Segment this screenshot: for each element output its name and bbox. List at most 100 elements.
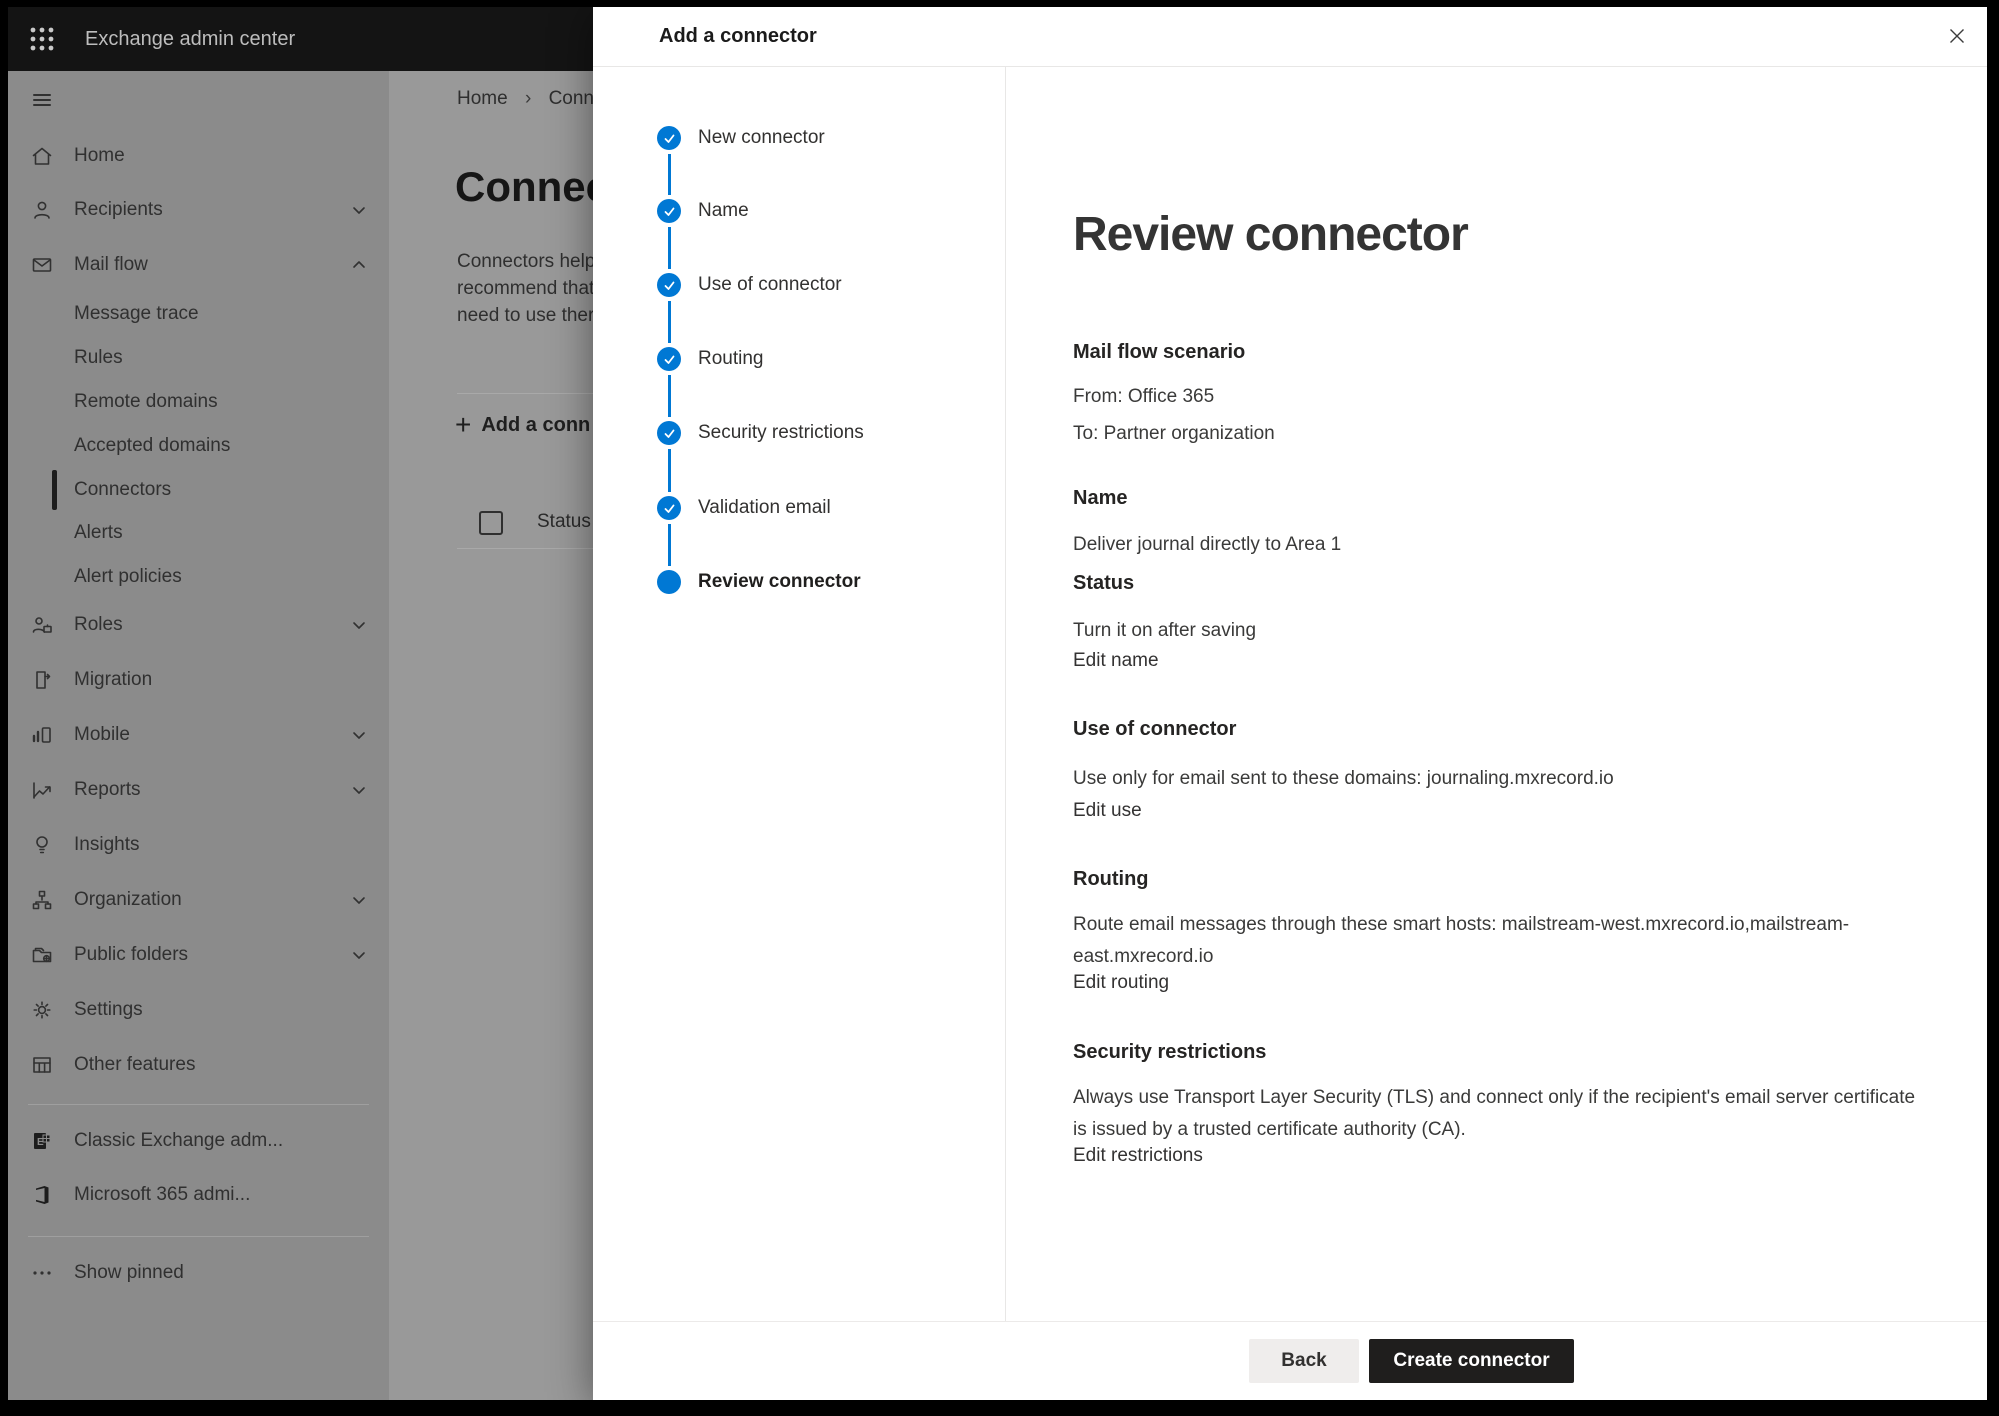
sidebar-item-label: Rules bbox=[74, 336, 123, 380]
sidebar-item-rules[interactable]: Rules bbox=[8, 336, 389, 380]
chevron-down-icon bbox=[350, 616, 368, 634]
add-connector-button[interactable]: + Add a conn bbox=[455, 409, 590, 441]
sidebar-divider bbox=[28, 1104, 369, 1105]
security-restrictions-value: Always use Transport Layer Security (TLS… bbox=[1073, 1082, 1925, 1146]
step-complete-icon bbox=[657, 273, 681, 297]
nav-collapse-button[interactable] bbox=[8, 78, 389, 122]
plus-icon: + bbox=[455, 410, 471, 440]
step-connector-line bbox=[668, 524, 671, 566]
step-connector-line bbox=[668, 375, 671, 417]
sidebar-item-label: Roles bbox=[74, 603, 123, 647]
grid-table-icon bbox=[30, 1053, 54, 1077]
sidebar-item-recipients[interactable]: Recipients bbox=[8, 188, 389, 232]
sidebar-item-mobile[interactable]: Mobile bbox=[8, 713, 389, 757]
home-icon bbox=[30, 144, 54, 168]
step-complete-icon bbox=[657, 421, 681, 445]
step-validation-email[interactable]: Validation email bbox=[698, 496, 831, 520]
sidebar-item-label: Mail flow bbox=[74, 243, 148, 287]
step-complete-icon bbox=[657, 126, 681, 150]
edit-name-link[interactable]: Edit name bbox=[1073, 650, 1159, 672]
sidebar-item-accepted-domains[interactable]: Accepted domains bbox=[8, 424, 389, 468]
use-of-connector-heading: Use of connector bbox=[1073, 718, 1236, 741]
app-launcher-waffle-icon[interactable] bbox=[26, 23, 58, 55]
breadcrumb-home-link[interactable]: Home bbox=[457, 88, 508, 109]
chevron-down-icon bbox=[350, 726, 368, 744]
breadcrumb: Home › Conne bbox=[457, 88, 605, 110]
step-name[interactable]: Name bbox=[698, 199, 749, 223]
mail-flow-from: From: Office 365 bbox=[1073, 381, 1925, 413]
classic-exchange-icon: E bbox=[30, 1129, 54, 1153]
add-connector-dialog: Add a connector New connector Name bbox=[593, 7, 1987, 1400]
sidebar-item-public-folders[interactable]: Public folders bbox=[8, 933, 389, 977]
sidebar-item-alert-policies[interactable]: Alert policies bbox=[8, 555, 389, 599]
org-tree-icon bbox=[30, 888, 54, 912]
step-connector-line bbox=[668, 449, 671, 492]
sidebar-item-label: Alerts bbox=[74, 511, 123, 555]
step-complete-icon bbox=[657, 496, 681, 520]
edit-use-link[interactable]: Edit use bbox=[1073, 800, 1142, 822]
sidebar-item-other-features[interactable]: Other features bbox=[8, 1043, 389, 1087]
step-routing[interactable]: Routing bbox=[698, 347, 764, 371]
microsoft-365-icon bbox=[30, 1183, 54, 1207]
step-security-restrictions[interactable]: Security restrictions bbox=[698, 421, 864, 445]
screenshot-frame: Exchange admin center Home Recipients Ma… bbox=[0, 0, 1999, 1416]
dialog-footer: Back Create connector bbox=[593, 1321, 1987, 1400]
ellipsis-icon bbox=[30, 1261, 54, 1285]
sidebar-item-label: Home bbox=[74, 134, 125, 178]
sidebar-item-organization[interactable]: Organization bbox=[8, 878, 389, 922]
sidebar-item-classic-exchange-admin[interactable]: E Classic Exchange adm... bbox=[8, 1119, 389, 1163]
app-title: Exchange admin center bbox=[85, 7, 295, 71]
mail-flow-scenario-heading: Mail flow scenario bbox=[1073, 341, 1245, 364]
chevron-down-icon bbox=[350, 201, 368, 219]
sidebar-item-label: Remote domains bbox=[74, 380, 218, 424]
step-complete-icon bbox=[657, 347, 681, 371]
left-navigation: Home Recipients Mail flow Message trace … bbox=[8, 71, 389, 1400]
sidebar-item-home[interactable]: Home bbox=[8, 134, 389, 178]
step-connector-line bbox=[668, 227, 671, 269]
chevron-down-icon bbox=[350, 946, 368, 964]
step-review-connector[interactable]: Review connector bbox=[698, 570, 861, 594]
app-window: Exchange admin center Home Recipients Ma… bbox=[8, 7, 1987, 1400]
sidebar-item-label: Recipients bbox=[74, 188, 163, 232]
sidebar-item-mail-flow[interactable]: Mail flow bbox=[8, 243, 389, 287]
routing-heading: Routing bbox=[1073, 868, 1149, 891]
sidebar-item-reports[interactable]: Reports bbox=[8, 768, 389, 812]
back-button[interactable]: Back bbox=[1249, 1339, 1359, 1383]
select-all-checkbox[interactable] bbox=[479, 511, 503, 535]
sidebar-item-label: Classic Exchange adm... bbox=[74, 1119, 283, 1163]
sidebar-item-show-pinned[interactable]: Show pinned bbox=[8, 1251, 389, 1295]
sidebar-item-label: Alert policies bbox=[74, 555, 182, 599]
sidebar-item-alerts[interactable]: Alerts bbox=[8, 511, 389, 555]
sidebar-item-label: Insights bbox=[74, 823, 139, 867]
reports-chart-icon bbox=[30, 778, 54, 802]
sidebar-item-insights[interactable]: Insights bbox=[8, 823, 389, 867]
gear-icon bbox=[30, 998, 54, 1022]
edit-routing-link[interactable]: Edit routing bbox=[1073, 972, 1169, 994]
sidebar-item-message-trace[interactable]: Message trace bbox=[8, 292, 389, 336]
page-title: Connec bbox=[455, 163, 609, 211]
chevron-down-icon bbox=[350, 891, 368, 909]
sidebar-item-label: Microsoft 365 admi... bbox=[74, 1173, 250, 1217]
sidebar-item-label: Message trace bbox=[74, 292, 199, 336]
sidebar-item-label: Connectors bbox=[74, 468, 171, 512]
create-connector-button[interactable]: Create connector bbox=[1369, 1339, 1574, 1383]
step-connector-line bbox=[668, 154, 671, 195]
sidebar-item-microsoft-365-admin[interactable]: Microsoft 365 admi... bbox=[8, 1173, 389, 1217]
sidebar-item-label: Organization bbox=[74, 878, 182, 922]
sidebar-item-label: Mobile bbox=[74, 713, 130, 757]
name-value: Deliver journal directly to Area 1 bbox=[1073, 529, 1925, 561]
close-button[interactable] bbox=[1939, 18, 1975, 54]
description-line: Connectors help bbox=[457, 248, 595, 275]
step-use-of-connector[interactable]: Use of connector bbox=[698, 273, 842, 297]
sidebar-item-roles[interactable]: Roles bbox=[8, 603, 389, 647]
name-heading: Name bbox=[1073, 487, 1127, 510]
mail-icon bbox=[30, 253, 54, 277]
step-new-connector[interactable]: New connector bbox=[698, 126, 825, 150]
sidebar-item-connectors-selected[interactable]: Connectors bbox=[8, 468, 389, 512]
edit-restrictions-link[interactable]: Edit restrictions bbox=[1073, 1145, 1203, 1167]
sidebar-item-remote-domains[interactable]: Remote domains bbox=[8, 380, 389, 424]
close-icon bbox=[1948, 27, 1966, 45]
sidebar-item-settings[interactable]: Settings bbox=[8, 988, 389, 1032]
sidebar-item-label: Settings bbox=[74, 988, 143, 1032]
sidebar-item-migration[interactable]: Migration bbox=[8, 658, 389, 702]
